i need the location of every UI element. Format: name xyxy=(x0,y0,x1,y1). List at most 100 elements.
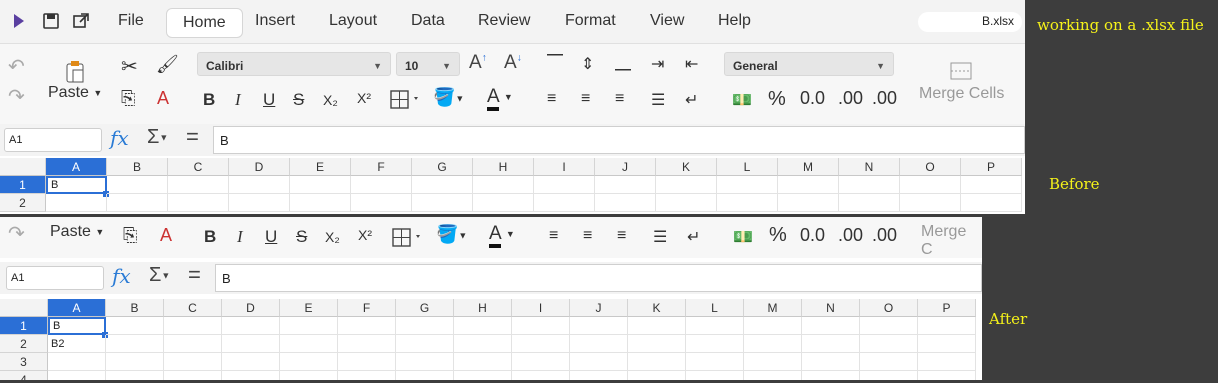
select-all-corner[interactable] xyxy=(0,299,48,317)
column-header-h[interactable]: H xyxy=(473,158,534,176)
table-cell[interactable] xyxy=(412,194,473,212)
table-cell[interactable] xyxy=(686,335,744,353)
column-header-g[interactable]: G xyxy=(396,299,454,317)
table-cell[interactable] xyxy=(222,371,280,380)
table-cell[interactable] xyxy=(839,194,900,212)
table-cell[interactable] xyxy=(570,317,628,335)
table-cell[interactable] xyxy=(229,176,290,194)
justify-icon[interactable]: ☰ xyxy=(653,227,667,247)
table-cell[interactable] xyxy=(628,371,686,380)
autosum-button[interactable]: Σ▼ xyxy=(147,126,168,149)
cut-icon[interactable]: ✂ xyxy=(121,54,138,79)
column-header-f[interactable]: F xyxy=(351,158,412,176)
table-cell[interactable] xyxy=(656,176,717,194)
strikethrough-button[interactable]: S xyxy=(293,90,304,110)
table-cell[interactable] xyxy=(222,353,280,371)
column-header-b[interactable]: B xyxy=(107,158,168,176)
table-cell[interactable]: B2 xyxy=(48,335,106,353)
table-cell[interactable] xyxy=(839,176,900,194)
table-cell[interactable] xyxy=(512,335,570,353)
row-header[interactable]: 1 xyxy=(0,317,48,335)
align-bottom-icon[interactable]: ⎽ xyxy=(615,54,631,72)
table-cell[interactable] xyxy=(106,353,164,371)
table-cell[interactable] xyxy=(168,176,229,194)
formula-equals-button[interactable]: = xyxy=(188,262,201,288)
table-cell[interactable] xyxy=(168,194,229,212)
table-cell[interactable] xyxy=(351,194,412,212)
table-cell[interactable] xyxy=(396,335,454,353)
function-wizard-button[interactable]: fx xyxy=(110,126,129,150)
table-cell[interactable] xyxy=(628,353,686,371)
column-header-o[interactable]: O xyxy=(860,299,918,317)
merge-cells-button[interactable]: Merge Cells xyxy=(919,85,1004,103)
row-header[interactable]: 4 xyxy=(0,371,48,380)
table-cell[interactable] xyxy=(860,371,918,380)
column-header-o[interactable]: O xyxy=(900,158,961,176)
percent-button[interactable]: % xyxy=(768,88,786,111)
subscript-button[interactable]: X₂ xyxy=(323,92,338,108)
formula-input[interactable]: B xyxy=(215,264,982,292)
align-middle-icon[interactable]: ⇕ xyxy=(581,54,594,74)
wrap-text-icon[interactable]: ↵ xyxy=(685,90,698,110)
column-header-d[interactable]: D xyxy=(222,299,280,317)
italic-button[interactable]: I xyxy=(235,90,241,110)
bold-button[interactable]: B xyxy=(203,90,215,110)
column-header-n[interactable]: N xyxy=(839,158,900,176)
subscript-button[interactable]: X₂ xyxy=(325,229,340,245)
formula-equals-button[interactable]: = xyxy=(186,124,199,150)
column-header-k[interactable]: K xyxy=(628,299,686,317)
column-header-a[interactable]: A xyxy=(46,158,107,176)
column-header-b[interactable]: B xyxy=(106,299,164,317)
table-cell[interactable] xyxy=(473,194,534,212)
increase-decimal-button[interactable]: .00 xyxy=(838,88,863,109)
table-cell[interactable] xyxy=(802,335,860,353)
table-cell[interactable] xyxy=(628,335,686,353)
table-cell[interactable] xyxy=(802,371,860,380)
table-cell[interactable] xyxy=(338,371,396,380)
merge-cells-icon[interactable] xyxy=(950,62,972,85)
table-cell[interactable] xyxy=(164,335,222,353)
table-cell[interactable] xyxy=(351,176,412,194)
table-cell[interactable] xyxy=(570,335,628,353)
table-cell[interactable] xyxy=(744,317,802,335)
table-cell[interactable] xyxy=(454,353,512,371)
table-cell[interactable] xyxy=(570,371,628,380)
align-left-icon[interactable]: ≡ xyxy=(549,227,558,245)
align-right-icon[interactable]: ≡ xyxy=(617,227,626,245)
table-cell[interactable] xyxy=(512,317,570,335)
currency-icon[interactable]: 💵 xyxy=(732,90,752,110)
column-header-c[interactable]: C xyxy=(164,299,222,317)
column-header-g[interactable]: G xyxy=(412,158,473,176)
align-center-icon[interactable]: ≡ xyxy=(583,227,592,245)
table-cell[interactable] xyxy=(918,335,976,353)
menu-tab-home[interactable]: Home xyxy=(166,8,243,38)
menu-tab-data[interactable]: Data xyxy=(411,12,445,30)
table-cell[interactable] xyxy=(744,335,802,353)
table-cell[interactable] xyxy=(48,371,106,380)
column-header-c[interactable]: C xyxy=(168,158,229,176)
column-header-a[interactable]: A xyxy=(48,299,106,317)
superscript-button[interactable]: X² xyxy=(358,227,372,243)
table-cell[interactable] xyxy=(686,353,744,371)
grow-font-icon[interactable]: A↑ xyxy=(469,52,487,74)
table-cell[interactable] xyxy=(802,353,860,371)
undo-icon[interactable]: ↶ xyxy=(8,54,25,79)
column-header-e[interactable]: E xyxy=(280,299,338,317)
font-color-button[interactable]: A ▼ xyxy=(487,86,513,111)
table-cell[interactable] xyxy=(961,176,1022,194)
redo-icon[interactable]: ↷ xyxy=(8,221,25,246)
borders-icon[interactable] xyxy=(391,226,425,253)
table-cell[interactable] xyxy=(454,371,512,380)
table-cell[interactable] xyxy=(534,176,595,194)
table-cell[interactable] xyxy=(107,194,168,212)
table-cell[interactable] xyxy=(900,176,961,194)
wrap-text-icon[interactable]: ↵ xyxy=(687,227,700,247)
strikethrough-button[interactable]: S xyxy=(296,227,307,247)
copy-icon[interactable]: ⎘ xyxy=(123,225,137,246)
merge-cells-button[interactable]: Merge C xyxy=(921,223,982,259)
table-cell[interactable] xyxy=(961,194,1022,212)
column-header-j[interactable]: J xyxy=(570,299,628,317)
bold-button[interactable]: B xyxy=(204,227,216,247)
row-header[interactable]: 1 xyxy=(0,176,46,194)
autosum-button[interactable]: Σ▼ xyxy=(149,264,170,287)
